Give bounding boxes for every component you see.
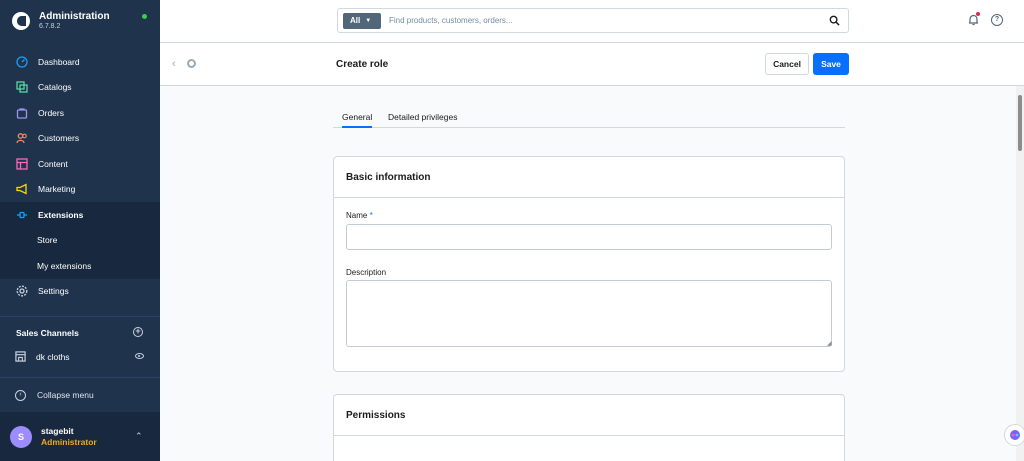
nav-sub-item-label: My extensions (37, 260, 92, 271)
cancel-button[interactable]: Cancel (765, 53, 809, 75)
bell-icon[interactable] (968, 14, 979, 28)
sales-channels-heading: Sales Channels + (0, 324, 160, 342)
avatar: S (10, 425, 32, 448)
brand-title: Administration (39, 11, 110, 22)
role-tabs: General Detailed privileges (333, 108, 845, 128)
tab-general[interactable]: General (342, 112, 373, 128)
products-icon (15, 81, 28, 94)
search-type-select[interactable]: All ▼ (343, 12, 381, 29)
plug-icon (15, 208, 28, 221)
sidebar: Administration 6.7.8.2 Dashboard Catalog… (0, 0, 160, 461)
megaphone-icon (15, 183, 28, 196)
user-name: stagebit (41, 425, 74, 436)
card-title: Permissions (334, 395, 844, 436)
help-icon[interactable]: ? (991, 14, 1003, 26)
gear-icon (15, 285, 28, 298)
scrollbar-thumb[interactable] (1018, 95, 1022, 151)
shopping-bag-icon (15, 106, 28, 119)
tab-detailed-privileges[interactable]: Detailed privileges (388, 112, 457, 122)
nav-item-extensions[interactable]: Extensions (0, 202, 160, 228)
nav-item-orders[interactable]: Orders (0, 100, 160, 126)
collapse-menu-label: Collapse menu (37, 390, 94, 400)
chevron-up-icon: ⌃ (135, 431, 143, 441)
notification-badge (976, 12, 980, 16)
nav-item-label: Orders (38, 107, 64, 118)
chevron-down-icon: ▼ (365, 17, 372, 24)
sales-channel-label: dk cloths (36, 352, 70, 362)
nav-sub-item-store[interactable]: Store (0, 227, 160, 253)
required-marker: * (369, 211, 373, 220)
main-nav: Dashboard Catalogs Orders Customers Cont… (0, 49, 160, 304)
chevron-left-circle-icon: ‹ (15, 389, 26, 401)
nav-item-content[interactable]: Content (0, 151, 160, 177)
eye-icon[interactable] (135, 353, 144, 359)
name-label-text: Name (346, 211, 368, 220)
sales-channels-heading-label: Sales Channels (16, 328, 79, 338)
name-label: Name * (346, 211, 373, 220)
card-title: Basic information (334, 157, 844, 198)
nav-item-catalogs[interactable]: Catalogs (0, 75, 160, 101)
sales-channel-item[interactable]: dk cloths (0, 343, 160, 371)
resize-handle-icon[interactable]: ◢ (827, 340, 832, 347)
brand-version: 6.7.8.2 (39, 23, 61, 30)
nav-item-customers[interactable]: Customers (0, 126, 160, 152)
settings-module-icon (187, 59, 196, 68)
user-role: Administrator (41, 436, 97, 447)
shopware-logo-icon (12, 12, 30, 30)
description-label: Description (346, 268, 387, 277)
user-menu[interactable]: S stagebit Administrator ⌃ (0, 412, 160, 461)
global-search: All ▼ (337, 8, 849, 33)
save-button[interactable]: Save (813, 53, 849, 75)
top-bar: All ▼ ? (160, 0, 1024, 43)
nav-item-marketing[interactable]: Marketing (0, 177, 160, 203)
nav-item-label: Marketing (38, 184, 76, 195)
sidebar-divider (0, 377, 160, 378)
nav-item-label: Extensions (38, 209, 84, 220)
add-sales-channel-icon[interactable]: + (133, 327, 143, 337)
assistant-icon (1010, 430, 1020, 440)
description-textarea[interactable] (346, 280, 832, 347)
users-icon (15, 132, 28, 145)
name-input[interactable] (346, 224, 832, 250)
nav-item-label: Catalogs (38, 82, 72, 93)
brand-header[interactable]: Administration 6.7.8.2 (0, 0, 160, 42)
nav-item-label: Customers (38, 133, 80, 144)
search-icon[interactable] (829, 15, 840, 28)
collapse-menu-button[interactable]: ‹ Collapse menu (0, 383, 160, 407)
chevron-left-icon[interactable]: ‹ (172, 58, 176, 70)
nav-sub-item-my-extensions[interactable]: My extensions (0, 253, 160, 279)
online-status-icon (142, 14, 147, 19)
nav-item-dashboard[interactable]: Dashboard (0, 49, 160, 75)
basic-information-card: Basic information Name * Description (333, 156, 845, 372)
nav-item-label: Settings (38, 286, 69, 297)
search-type-label: All (350, 16, 361, 25)
page-title: Create role (336, 59, 389, 70)
storefront-icon (15, 350, 26, 364)
content-icon (15, 157, 28, 170)
permissions-card: Permissions (333, 394, 845, 461)
search-input[interactable] (389, 16, 809, 25)
nav-item-settings[interactable]: Settings (0, 279, 160, 305)
assistant-button[interactable] (1004, 424, 1024, 446)
sidebar-divider (0, 316, 160, 317)
gauge-icon (15, 55, 28, 68)
nav-item-label: Dashboard (38, 56, 80, 67)
nav-item-label: Content (38, 158, 68, 169)
smart-bar: ‹ Create role Cancel Save (160, 43, 1024, 86)
nav-sub-item-label: Store (37, 235, 58, 246)
